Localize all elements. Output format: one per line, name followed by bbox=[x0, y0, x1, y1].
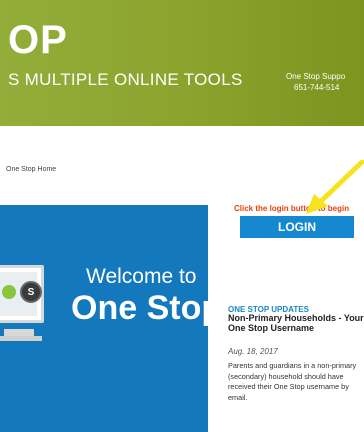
breadcrumb: One Stop Home bbox=[6, 166, 56, 173]
welcome-banner: S Welcome to One Stop bbox=[0, 205, 208, 432]
updates-article-title[interactable]: Non-Primary Households - Your One Stop U… bbox=[228, 313, 364, 333]
site-header: OP S MULTIPLE ONLINE TOOLS One Stop Supp… bbox=[0, 0, 364, 126]
support-label: One Stop Suppo bbox=[286, 72, 346, 81]
s-badge-icon: S bbox=[20, 281, 42, 303]
support-contact: One Stop Suppo 651-744-514 bbox=[286, 71, 364, 93]
breadcrumb-home-link[interactable]: One Stop Home bbox=[6, 166, 56, 173]
green-dot-icon bbox=[2, 285, 16, 299]
support-phone: 651-744-514 bbox=[294, 83, 340, 92]
login-button[interactable]: LOGIN bbox=[240, 216, 354, 238]
site-logo-text[interactable]: OP bbox=[8, 18, 68, 63]
annotation-arrow-icon bbox=[306, 160, 364, 214]
welcome-title: One Stop bbox=[71, 289, 208, 327]
welcome-heading: Welcome to bbox=[86, 265, 197, 288]
updates-body: Parents and guardians in a non-primary (… bbox=[228, 361, 357, 402]
updates-date: Aug. 18, 2017 bbox=[228, 347, 278, 356]
monitor-base bbox=[0, 336, 42, 341]
site-tagline: S MULTIPLE ONLINE TOOLS bbox=[8, 70, 243, 89]
